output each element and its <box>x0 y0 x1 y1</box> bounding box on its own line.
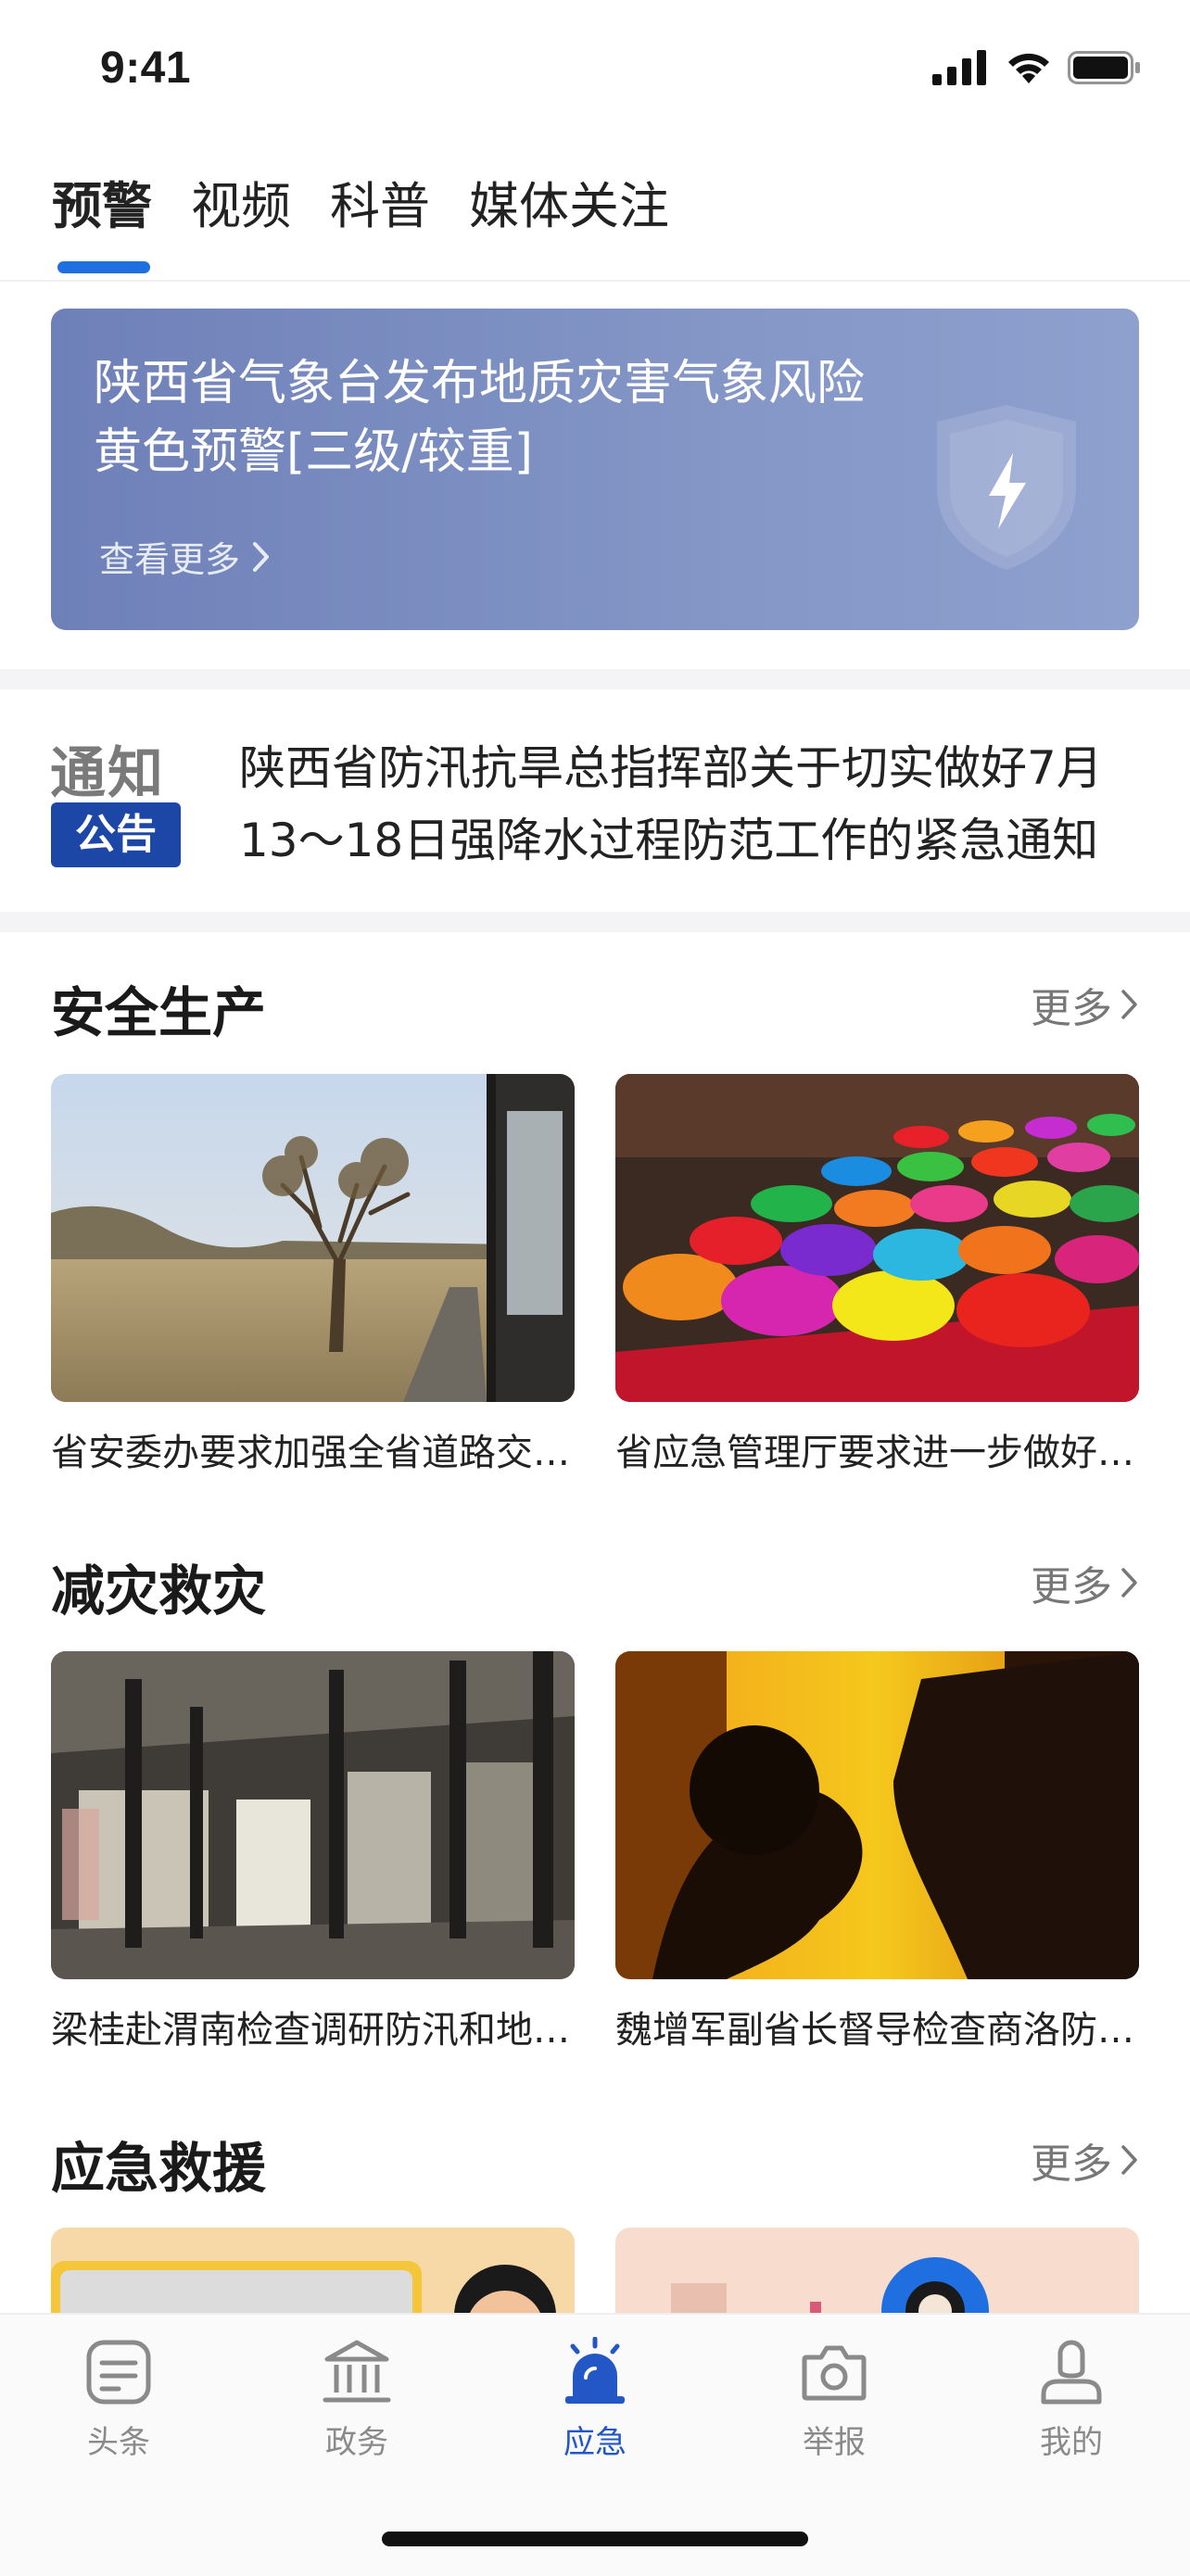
card-image-portrait[interactable] <box>615 1651 1139 1979</box>
card-image-dry-landscape[interactable] <box>51 1074 575 1402</box>
home-indicator <box>382 2532 808 2546</box>
section-more-emergency-rescue[interactable]: 更多 <box>1031 2130 1140 2190</box>
section-title-safety: 安全生产 <box>51 981 267 1044</box>
nav-label: 头条 <box>87 2424 150 2461</box>
signal-icon <box>932 50 986 85</box>
notice-headline[interactable]: 陕西省防汛抗旱总指挥部关于切实做好7月13～18日强降水过程防范工作的紧急通知 <box>239 732 1138 877</box>
tab-warning[interactable]: 预警 <box>52 176 152 237</box>
card-caption[interactable]: 梁桂赴渭南检查调研防汛和地质灾害防治工作 <box>51 2000 575 2053</box>
chevron-right-icon <box>1121 990 1137 1019</box>
nav-item-report[interactable]: 举报 <box>741 2337 927 2462</box>
tab-video[interactable]: 视频 <box>191 176 291 237</box>
more-label: 更多 <box>1031 1563 1112 1610</box>
more-label: 更多 <box>1031 985 1112 1032</box>
siren-icon <box>565 2337 625 2404</box>
shield-lightning-icon <box>937 405 1076 570</box>
section-more-disaster-relief[interactable]: 更多 <box>1031 1553 1140 1612</box>
government-icon <box>323 2340 391 2403</box>
status-icons <box>932 50 1142 85</box>
banner-title: 陕西省气象台发布地质灾害气象风险黄色预警[三级/较重] <box>94 356 866 480</box>
nav-item-headlines[interactable]: 头条 <box>26 2337 211 2462</box>
wifi-icon <box>1008 53 1049 83</box>
banner-more-label: 查看更多 <box>99 539 241 580</box>
tabs-divider <box>0 280 1190 282</box>
camera-icon <box>802 2345 867 2401</box>
notice-badge-bottom: 公告 <box>51 802 181 867</box>
more-label: 更多 <box>1031 2140 1112 2188</box>
status-time: 9:41 <box>100 44 192 93</box>
nav-item-government[interactable]: 政务 <box>264 2337 449 2462</box>
nav-item-emergency[interactable]: 应急 <box>502 2337 688 2462</box>
battery-icon <box>1068 51 1140 84</box>
nav-label: 政务 <box>325 2424 388 2461</box>
card-image-warehouse[interactable] <box>51 1651 575 1979</box>
nav-label: 我的 <box>1040 2424 1103 2461</box>
warning-banner[interactable]: 陕西省气象台发布地质灾害气象风险黄色预警[三级/较重] 查看更多 <box>51 309 1139 630</box>
card-image-powder-market[interactable] <box>615 1074 1139 1402</box>
section-more-safety[interactable]: 更多 <box>1031 975 1140 1034</box>
news-icon <box>86 2340 151 2405</box>
section-title-disaster-relief: 减灾救灾 <box>51 1559 267 1623</box>
chevron-right-icon <box>1121 1568 1137 1597</box>
nav-item-profile[interactable]: 我的 <box>979 2337 1164 2462</box>
top-tabs: 预警 视频 科普 媒体关注 <box>52 176 669 237</box>
card-caption[interactable]: 魏增军副省长督导检查商洛防汛工作 <box>615 2000 1139 2053</box>
notice-badge-top: 通知 <box>50 741 165 806</box>
tab-media[interactable]: 媒体关注 <box>469 176 669 237</box>
section-gap <box>0 669 1190 689</box>
chevron-right-icon <box>253 541 270 572</box>
card-caption[interactable]: 省安委办要求加强全省道路交通安全工作 <box>51 1422 575 1476</box>
active-tab-indicator <box>57 261 150 273</box>
nav-label: 举报 <box>803 2424 866 2461</box>
section-gap <box>0 912 1190 932</box>
tab-science[interactable]: 科普 <box>330 176 430 237</box>
nav-label: 应急 <box>563 2424 627 2461</box>
profile-icon <box>1041 2340 1102 2405</box>
chevron-right-icon <box>1121 2145 1137 2175</box>
card-caption[interactable]: 省应急管理厅要求进一步做好安全生产工作 <box>615 1422 1139 1476</box>
section-title-emergency-rescue: 应急救援 <box>51 2137 267 2200</box>
banner-more-link[interactable]: 查看更多 <box>99 531 272 582</box>
